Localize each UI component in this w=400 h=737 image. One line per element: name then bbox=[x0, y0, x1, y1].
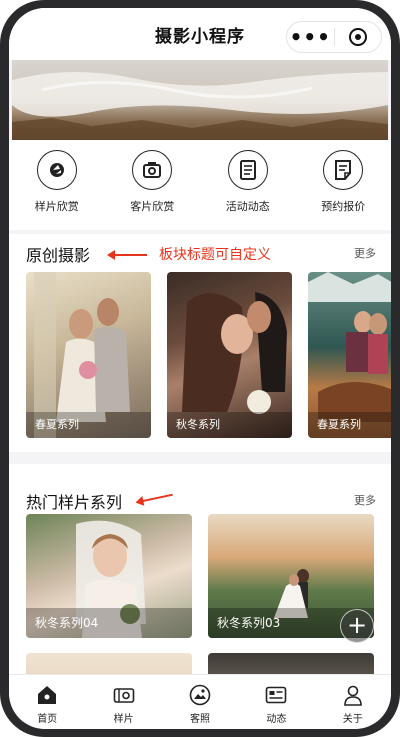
miniprogram-capsule: ••• bbox=[286, 21, 382, 53]
banner-photo bbox=[12, 71, 388, 140]
section-header: 原创摄影 板块标题可自定义 更多 bbox=[9, 234, 391, 274]
nav-item-client-gallery[interactable]: 客片欣赏 bbox=[112, 150, 192, 214]
nav-label: 样片欣赏 bbox=[34, 200, 79, 213]
more-menu-button[interactable]: ••• bbox=[287, 27, 334, 47]
gallery-card[interactable]: 春夏系列 bbox=[26, 272, 151, 438]
section-header: 热门样片系列 更多 bbox=[9, 464, 391, 512]
annotation-arrow bbox=[141, 493, 173, 503]
home-icon bbox=[35, 683, 59, 707]
annotation-arrow bbox=[107, 250, 147, 260]
gallery-card[interactable]: 秋冬系列 bbox=[167, 272, 292, 438]
card-label: 秋冬系列04 bbox=[26, 608, 192, 638]
camera-lens-icon bbox=[36, 150, 77, 190]
appointment-icon bbox=[323, 150, 364, 190]
tab-bar: 首页 样片 客照 动态 关于 bbox=[9, 674, 391, 729]
more-link[interactable]: 更多 bbox=[354, 245, 376, 261]
tab-samples[interactable]: 样片 bbox=[94, 683, 154, 725]
original-photography-section: 原创摄影 板块标题可自定义 更多 春夏系列 秋冬系列 春夏系列 bbox=[9, 234, 391, 452]
nav-item-sample-gallery[interactable]: 样片欣赏 bbox=[17, 150, 97, 214]
add-button[interactable]: + bbox=[340, 609, 374, 643]
tab-label: 关于 bbox=[342, 714, 363, 725]
popular-samples-section: 热门样片系列 更多 秋冬系列04 秋冬系列03 bbox=[9, 464, 391, 693]
page-title: 摄影小程序 bbox=[155, 26, 245, 47]
tab-home[interactable]: 首页 bbox=[17, 683, 77, 725]
sample-card[interactable]: 秋冬系列04 bbox=[26, 514, 192, 638]
target-icon bbox=[348, 28, 367, 46]
tab-label: 客照 bbox=[189, 714, 210, 725]
nav-label: 客片欣赏 bbox=[130, 200, 175, 213]
card-label: 春夏系列 bbox=[26, 412, 151, 438]
quick-nav: 样片欣赏 客片欣赏 活动动态 预约报价 bbox=[9, 140, 391, 230]
tab-label: 首页 bbox=[37, 714, 58, 725]
close-miniprogram-button[interactable] bbox=[334, 28, 381, 46]
tab-news[interactable]: 动态 bbox=[246, 683, 306, 725]
navigation-bar: 摄影小程序 ••• bbox=[9, 8, 391, 60]
document-icon bbox=[227, 150, 268, 190]
card-label: 秋冬系列 bbox=[167, 412, 292, 438]
annotation-text: 板块标题可自定义 bbox=[159, 247, 271, 263]
phone-frame: 摄影小程序 ••• 样片欣赏 客片欣赏 活动动态 预约报价 原创摄影 板块标题可… bbox=[0, 0, 400, 737]
app-screen: 摄影小程序 ••• 样片欣赏 客片欣赏 活动动态 预约报价 原创摄影 板块标题可… bbox=[9, 8, 391, 729]
photo-icon bbox=[188, 683, 212, 707]
tab-label: 样片 bbox=[113, 714, 134, 725]
nav-label: 预约报价 bbox=[321, 200, 366, 213]
banner-image[interactable] bbox=[12, 60, 388, 140]
section-title: 热门样片系列 bbox=[26, 493, 123, 512]
gallery-card[interactable]: 春夏系列 bbox=[308, 272, 391, 438]
tab-about[interactable]: 关于 bbox=[323, 683, 383, 725]
nav-item-booking-quote[interactable]: 预约报价 bbox=[303, 150, 383, 214]
tab-label: 动态 bbox=[266, 714, 287, 725]
nav-item-activities[interactable]: 活动动态 bbox=[208, 150, 288, 214]
nav-label: 活动动态 bbox=[225, 200, 270, 213]
tab-client-photos[interactable]: 客照 bbox=[170, 683, 230, 725]
user-icon bbox=[341, 683, 365, 707]
news-icon bbox=[264, 683, 288, 707]
camera-icon bbox=[132, 150, 173, 190]
camera-icon bbox=[112, 683, 136, 707]
section-title: 原创摄影 bbox=[26, 246, 91, 265]
card-label: 春夏系列 bbox=[308, 412, 391, 438]
more-link[interactable]: 更多 bbox=[354, 492, 376, 508]
